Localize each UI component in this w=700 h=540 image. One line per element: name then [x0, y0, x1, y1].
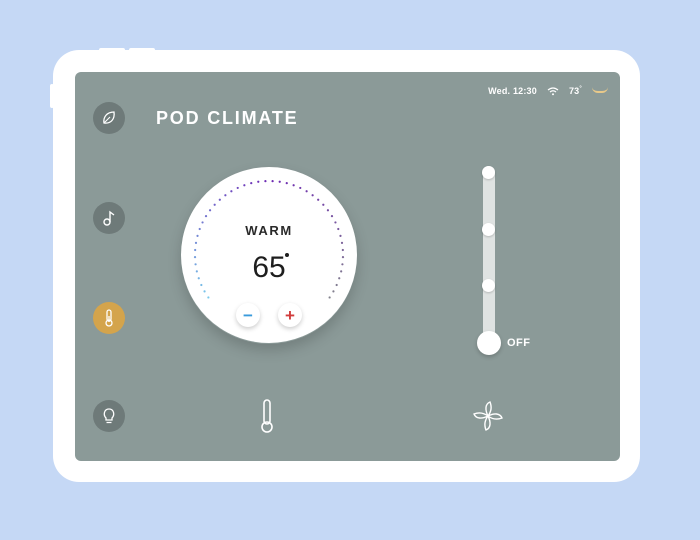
thermometer-icon — [105, 309, 113, 327]
dial-tick — [208, 209, 212, 212]
dial-tick — [317, 198, 320, 201]
dial-tick — [203, 290, 206, 293]
status-temperature-value: 73 — [568, 86, 580, 96]
dial-tick — [264, 179, 267, 183]
page-title: POD CLIMATE — [156, 108, 299, 128]
fan-slider-handle[interactable] — [477, 331, 501, 355]
music-note-icon — [103, 210, 115, 226]
fan-level-1-stop[interactable] — [482, 279, 495, 292]
dial-tick — [328, 296, 331, 299]
increase-temperature-button[interactable]: + — [278, 303, 302, 327]
thermometer-tab-icon[interactable] — [259, 398, 275, 434]
side-button — [50, 84, 54, 108]
dial-tick — [271, 179, 274, 183]
wifi-icon — [547, 86, 559, 95]
dial-tick — [207, 296, 210, 299]
top-button-2 — [129, 48, 155, 52]
fan-level-2-stop[interactable] — [482, 223, 495, 236]
thermostat-temperature: 65 — [252, 251, 286, 284]
dial-tick — [224, 194, 227, 197]
sidebar-item-leaf[interactable] — [93, 102, 125, 134]
sidebar-item-climate[interactable] — [93, 302, 125, 334]
dial-tick — [332, 290, 335, 293]
status-temperature: 73° — [569, 86, 582, 96]
dial-tick — [204, 215, 208, 218]
status-temperature-unit: ° — [579, 86, 582, 92]
dial-tick — [285, 182, 288, 185]
thermostat-dial[interactable]: WARM 65 − + — [181, 167, 357, 343]
battery-icon — [592, 87, 608, 93]
dial-tick — [278, 180, 281, 183]
dial-tick — [305, 190, 308, 193]
leaf-icon — [103, 111, 115, 124]
top-button — [99, 48, 125, 52]
dial-tick — [257, 180, 260, 183]
dial-tick — [292, 184, 295, 187]
sidebar-item-music[interactable] — [93, 202, 125, 234]
dial-tick — [250, 182, 253, 185]
dial-tick — [311, 194, 314, 197]
dial-tick — [230, 190, 233, 193]
degree-dot — [285, 253, 289, 257]
dial-tick — [243, 184, 246, 187]
dial-tick — [340, 241, 344, 244]
dial-tick — [194, 241, 198, 244]
dial-tick — [322, 203, 325, 206]
fan-speed-slider[interactable] — [483, 166, 495, 346]
app-screen: Wed. 12:30 73° POD CLIMATE WARM 65 − + O… — [75, 72, 620, 461]
sidebar-item-lighting[interactable] — [93, 400, 125, 432]
dial-tick — [218, 198, 221, 201]
dial-tick — [299, 186, 302, 190]
fan-state-label: OFF — [507, 337, 531, 349]
fan-level-3-stop[interactable] — [482, 166, 495, 179]
dial-tick — [213, 203, 216, 206]
status-bar: Wed. 12:30 73° — [488, 85, 608, 97]
thermostat-mode: WARM — [245, 223, 293, 238]
dial-tick — [326, 209, 330, 212]
lightbulb-icon — [103, 408, 115, 424]
dial-tick — [236, 186, 239, 190]
fan-tab-icon[interactable] — [472, 400, 504, 432]
decrease-temperature-button[interactable]: − — [236, 303, 260, 327]
status-day-time: Wed. 12:30 — [488, 86, 537, 96]
dial-tick — [330, 215, 334, 218]
